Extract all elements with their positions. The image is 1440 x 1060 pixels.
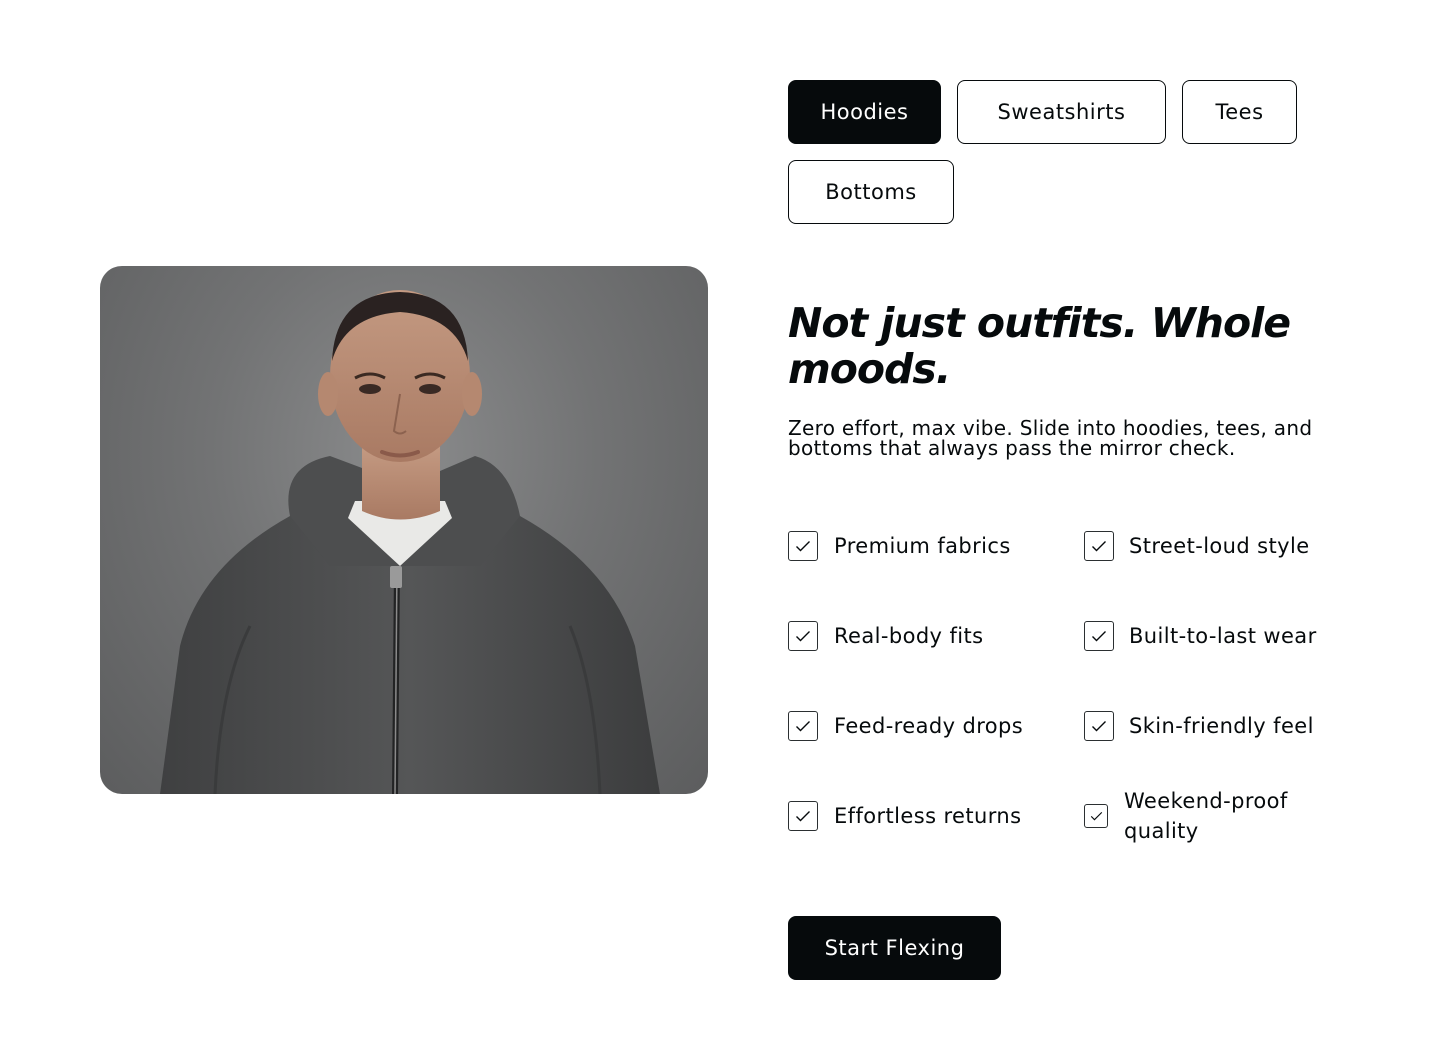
check-icon bbox=[1084, 711, 1114, 741]
feature-label: Effortless returns bbox=[834, 804, 1022, 828]
check-icon bbox=[1084, 621, 1114, 651]
product-photo bbox=[100, 266, 708, 794]
check-icon bbox=[1084, 804, 1108, 828]
tab-hoodies[interactable]: Hoodies bbox=[788, 80, 941, 144]
feature-label: Real-body fits bbox=[834, 624, 984, 648]
feature-item: Built-to-last wear bbox=[1084, 606, 1334, 666]
feature-item: Effortless returns bbox=[788, 786, 1044, 846]
feature-item: Street-loud style bbox=[1084, 516, 1334, 576]
feature-label: Skin-friendly feel bbox=[1129, 714, 1314, 738]
check-icon bbox=[788, 711, 818, 741]
feature-item: Skin-friendly feel bbox=[1084, 696, 1334, 756]
check-icon bbox=[788, 621, 818, 651]
check-icon bbox=[1084, 531, 1114, 561]
feature-label: Premium fabrics bbox=[834, 534, 1011, 558]
feature-label: Street-loud style bbox=[1129, 534, 1310, 558]
feature-label: Feed-ready drops bbox=[834, 714, 1024, 738]
feature-label: Built-to-last wear bbox=[1129, 624, 1317, 648]
tab-bottoms[interactable]: Bottoms bbox=[788, 160, 954, 224]
check-icon bbox=[788, 801, 818, 831]
tab-sweatshirts[interactable]: Sweatshirts bbox=[957, 80, 1166, 144]
feature-item: Weekend-proof quality bbox=[1084, 786, 1339, 846]
start-flexing-button[interactable]: Start Flexing bbox=[788, 916, 1001, 980]
page-title: Not just outfits. Whole moods. bbox=[788, 299, 1291, 393]
check-icon bbox=[788, 531, 818, 561]
feature-item: Real-body fits bbox=[788, 606, 1044, 666]
feature-item: Feed-ready drops bbox=[788, 696, 1044, 756]
tab-tees[interactable]: Tees bbox=[1182, 80, 1297, 144]
model-in-hoodie-image bbox=[160, 290, 660, 794]
feature-item: Premium fabrics bbox=[788, 516, 1044, 576]
feature-label: Weekend-proof quality bbox=[1124, 789, 1288, 843]
page-description: Zero effort, max vibe. Slide into hoodie… bbox=[788, 416, 1313, 460]
